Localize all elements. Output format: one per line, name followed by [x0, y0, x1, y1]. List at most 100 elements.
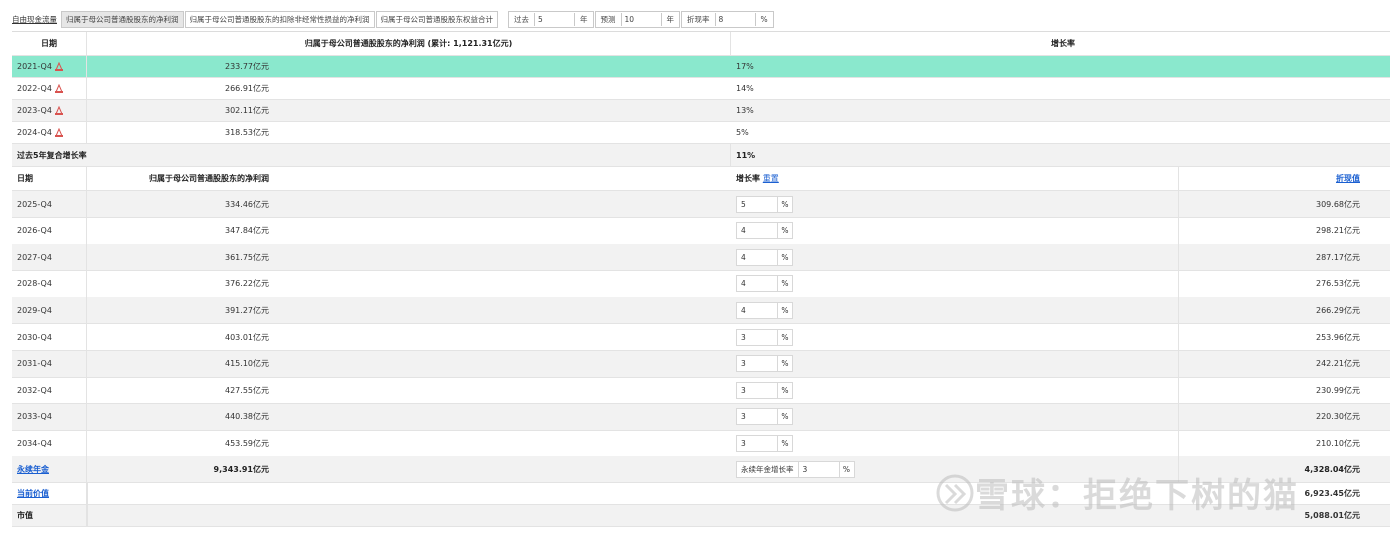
row-pv: 230.99亿元 [1178, 377, 1360, 404]
param-label: 预测 [600, 15, 616, 24]
row-growth-cell: 3% [731, 377, 1178, 403]
discount-rate-input[interactable]: 8 [714, 13, 756, 26]
pdf-icon[interactable] [54, 62, 63, 71]
table-row: 2025-Q4 334.46亿元 5% 309.68亿元 [12, 191, 1390, 218]
row-value: 318.53亿元 [225, 128, 269, 137]
row-date: 2023-Q4 [12, 100, 87, 121]
growth-input[interactable]: 4 [737, 302, 778, 318]
table-row: 2034-Q4 453.59亿元 3% 210.10亿元 [12, 430, 1390, 458]
table-row: 2029-Q4 391.27亿元 4% 266.29亿元 [12, 297, 1390, 325]
perpetuity-growth-label: 永续年金增长率 [737, 461, 799, 477]
row-growth-cell: 4% [731, 271, 1178, 297]
row-pv: 242.21亿元 [1178, 350, 1360, 377]
param-unit: 年 [666, 15, 675, 24]
growth-input[interactable]: 3 [737, 435, 778, 451]
row-growth-cell: 4% [731, 244, 1178, 270]
table-row: 2030-Q4 403.01亿元 3% 253.96亿元 [12, 324, 1390, 351]
table-row: 2033-Q4 440.38亿元 3% 220.30亿元 [12, 403, 1390, 431]
row-growth-cell: 3% [731, 351, 1178, 377]
pdf-icon[interactable] [54, 84, 63, 93]
percent-unit: % [781, 305, 789, 315]
current-value-label: 当前价值 [12, 483, 87, 504]
forecast-header-pv: 折现值 [1178, 167, 1360, 190]
row-value: 415.10亿元 [225, 359, 269, 369]
growth-field: 3% [736, 328, 793, 346]
table-row: 2021-Q4 233.77亿元 17% [12, 56, 1390, 78]
table-row: 2027-Q4 361.75亿元 4% 287.17亿元 [12, 244, 1390, 272]
tab-net-profit-deducted[interactable]: 归属于母公司普通股股东的扣除非经常性损益的净利润 [184, 11, 375, 28]
percent-unit: % [781, 438, 789, 448]
row-growth: 17% [736, 62, 754, 71]
percent-unit: % [842, 464, 851, 474]
row-pv: 287.17亿元 [1178, 244, 1360, 271]
param-label: 过去 [514, 15, 529, 24]
row-value: 427.55亿元 [225, 385, 269, 395]
row-date: 2028-Q4 [12, 270, 87, 297]
toolbar: 自由现金流量 归属于母公司普通股股东的净利润 归属于母公司普通股股东的扣除非经常… [12, 11, 774, 28]
table-header-row: 日期 归属于母公司普通股股东的净利润 (累计: 1,121.31亿元) 增长率 [12, 32, 1390, 56]
param-label: 折现率 [687, 15, 710, 24]
forecast-header-growth: 增长率 重置 [736, 173, 779, 184]
percent-unit: % [781, 359, 789, 369]
perpetuity-growth-field: 永续年金增长率 3 % [736, 460, 855, 478]
growth-input[interactable]: 3 [737, 356, 778, 372]
row-date: 2027-Q4 [12, 244, 87, 271]
reset-link[interactable]: 重置 [763, 173, 779, 184]
row-pv: 298.21亿元 [1178, 217, 1360, 244]
row-growth: 13% [736, 106, 754, 115]
perpetuity-value: 9,343.91亿元 [213, 464, 269, 474]
current-value-link[interactable]: 当前价值 [17, 488, 49, 499]
growth-input[interactable]: 4 [737, 223, 778, 239]
row-date: 2026-Q4 [12, 217, 87, 244]
row-value: 302.11亿元 [225, 106, 269, 115]
growth-field: 3% [736, 355, 793, 373]
row-pv: 309.68亿元 [1178, 191, 1360, 217]
row-value: 361.75亿元 [225, 252, 269, 262]
param-discount-rate: 折现率 8 % [681, 11, 774, 28]
percent-unit: % [781, 412, 789, 422]
dcf-table: 日期 归属于母公司普通股股东的净利润 (累计: 1,121.31亿元) 增长率 … [12, 31, 1390, 527]
growth-field: 4% [736, 301, 793, 319]
param-unit: % [760, 15, 768, 24]
pv-link[interactable]: 折现值 [1336, 173, 1360, 184]
row-growth: 14% [736, 84, 754, 93]
percent-unit: % [781, 385, 789, 395]
growth-input[interactable]: 3 [737, 409, 778, 425]
row-value: 334.46亿元 [225, 199, 269, 209]
growth-field: 3% [736, 408, 793, 426]
row-date: 2029-Q4 [12, 297, 87, 324]
table-row: 2031-Q4 415.10亿元 3% 242.21亿元 [12, 350, 1390, 378]
row-growth-cell: 3% [731, 324, 1178, 350]
forecast-header-row: 日期 归属于母公司普通股股东的净利润 增长率 重置 折现值 [12, 167, 1390, 191]
growth-input[interactable]: 3 [737, 329, 778, 345]
header-profit: 归属于母公司普通股股东的净利润 (累计: 1,121.31亿元) [87, 32, 731, 55]
table-row: 2024-Q4 318.53亿元 5% [12, 122, 1390, 144]
pdf-icon[interactable] [54, 128, 63, 137]
row-value: 391.27亿元 [225, 305, 269, 315]
row-value: 233.77亿元 [225, 62, 269, 71]
table-row: 2032-Q4 427.55亿元 3% 230.99亿元 [12, 377, 1390, 405]
table-row: 2022-Q4 266.91亿元 14% [12, 78, 1390, 100]
row-growth-cell: 4% [731, 297, 1178, 323]
growth-input[interactable]: 4 [737, 276, 778, 292]
forecast-years-input[interactable]: 10 [620, 13, 662, 26]
past-years-input[interactable]: 5 [534, 13, 575, 26]
growth-field: 5% [736, 195, 793, 213]
header-growth: 增长率 [1051, 39, 1075, 48]
perpetuity-growth-input[interactable]: 3 [799, 461, 840, 477]
param-unit: 年 [580, 15, 588, 24]
snowball-logo-icon [936, 474, 974, 511]
growth-input[interactable]: 3 [737, 382, 778, 398]
row-date: 2030-Q4 [12, 324, 87, 350]
tab-equity-total[interactable]: 归属于母公司普通股股东权益合计 [375, 11, 498, 28]
row-date: 2032-Q4 [12, 377, 87, 404]
percent-unit: % [781, 199, 789, 209]
table-row: 2026-Q4 347.84亿元 4% 298.21亿元 [12, 217, 1390, 245]
pdf-icon[interactable] [54, 106, 63, 115]
growth-input[interactable]: 4 [737, 249, 778, 265]
tab-net-profit[interactable]: 归属于母公司普通股股东的净利润 [61, 11, 184, 28]
row-pv: 253.96亿元 [1178, 324, 1360, 350]
growth-input[interactable]: 5 [737, 196, 778, 212]
perpetuity-link[interactable]: 永续年金 [17, 464, 49, 475]
tab-free-cash-flow[interactable]: 自由现金流量 [12, 12, 60, 27]
